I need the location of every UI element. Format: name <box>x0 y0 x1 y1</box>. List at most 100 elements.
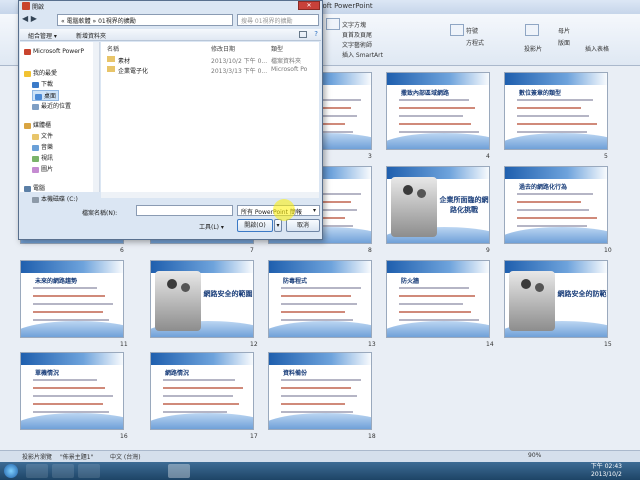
ribbon-text-box[interactable]: 文字方塊 <box>342 20 366 29</box>
slide-photo <box>155 271 201 331</box>
slide-thumbnail[interactable]: 過去的網路化行為 <box>504 166 608 244</box>
taskbar-media-icon[interactable] <box>78 464 100 478</box>
slide-header-band <box>21 353 123 365</box>
slide-thumbnail[interactable]: 數位簽章的類型 <box>504 72 608 150</box>
slide-bullet-line <box>163 387 243 389</box>
view-options-icon[interactable] <box>299 31 307 38</box>
system-clock[interactable]: 下午 02:43 2013/10/2 <box>591 463 622 479</box>
tools-menu[interactable]: 工具(L) ▾ <box>199 222 224 231</box>
taskbar-powerpoint-icon[interactable] <box>168 464 190 478</box>
slide-thumbnail[interactable]: 企業所面臨的網路化挑戰 <box>386 166 490 244</box>
taskbar-explorer-icon[interactable] <box>52 464 74 478</box>
slide-header-band <box>269 261 371 273</box>
ribbon-symbol[interactable]: 符號 <box>466 26 478 35</box>
ribbon-slide[interactable]: 投影片 <box>524 44 542 53</box>
slide-title: 未來的網路趨勢 <box>35 278 78 285</box>
taskbar-ie-icon[interactable] <box>26 464 48 478</box>
pictures-icon <box>32 166 39 173</box>
slide-bullet-line <box>517 123 597 125</box>
ribbon-smartart[interactable]: 插入 SmartArt <box>342 50 383 59</box>
slide-bullet-line <box>517 217 597 219</box>
nav-item[interactable]: 最近的位置 <box>32 101 71 110</box>
nav-item-label: Microsoft PowerP <box>33 48 84 55</box>
clock-time: 下午 02:43 <box>590 463 622 470</box>
cancel-button[interactable]: 取消 <box>286 219 320 232</box>
column-name[interactable]: 名稱 <box>107 44 119 53</box>
close-icon[interactable]: ✕ <box>298 1 320 10</box>
slide-bullet-line <box>517 99 593 101</box>
drive-icon <box>32 196 39 203</box>
nav-item[interactable]: 媒體櫃 <box>24 120 51 129</box>
organize-button[interactable]: 組合管理 ▾ <box>28 31 57 40</box>
slide-wave <box>269 413 371 429</box>
slide-wave <box>21 413 123 429</box>
ribbon-header-footer[interactable]: 頁首及頁尾 <box>342 30 372 39</box>
ribbon-layout[interactable]: 版面 <box>558 38 570 47</box>
slide-wave <box>21 321 123 337</box>
slide-bullet-line <box>33 319 109 321</box>
slide-bullet-line <box>399 99 469 101</box>
back-forward-icon[interactable]: ◀ ▶ <box>22 14 37 23</box>
music-icon <box>32 144 39 151</box>
nav-item[interactable]: 本機磁碟 (C:) <box>32 194 78 203</box>
nav-item[interactable]: 桌面 <box>32 90 60 101</box>
status-language[interactable]: 中文 (台灣) <box>110 452 141 461</box>
status-theme: "佈景主題1" <box>60 454 94 461</box>
text-box-icon[interactable] <box>326 18 340 30</box>
slide-bullet-line <box>281 411 353 413</box>
slide-thumbnail[interactable]: 資料備份 <box>268 352 372 430</box>
open-dropdown-icon[interactable]: ▾ <box>274 219 282 232</box>
slide-wave <box>505 227 607 243</box>
nav-item[interactable]: Microsoft PowerP <box>24 48 84 55</box>
nav-item[interactable]: 下載 <box>32 79 53 88</box>
taskbar: 下午 02:43 2013/10/2 <box>0 462 640 480</box>
search-input[interactable]: 搜尋 01視界的擴勵 <box>237 14 319 26</box>
ribbon-insert-table[interactable]: 插入表格 <box>585 44 609 53</box>
slide-thumbnail[interactable]: 防火牆 <box>386 260 490 338</box>
nav-item-label: 電腦 <box>33 185 46 192</box>
nav-item[interactable]: 我的最愛 <box>24 68 57 77</box>
slide-thumbnail[interactable]: 撒致內部區域網路 <box>386 72 490 150</box>
slide-thumbnail[interactable]: 防毒程式 <box>268 260 372 338</box>
file-type: 檔案資料夾 <box>271 58 302 65</box>
slide-bullet-line <box>33 411 109 413</box>
column-date[interactable]: 修改日期 <box>211 44 235 53</box>
open-button[interactable]: 開啟(O) <box>237 219 273 232</box>
ribbon-equation[interactable]: 方程式 <box>466 38 484 47</box>
ribbon-wordart[interactable]: 文字藝術師 <box>342 40 372 49</box>
nav-item-label: 圖片 <box>41 166 54 173</box>
nav-item-label: 文件 <box>41 133 54 140</box>
new-folder-button[interactable]: 新增資料夾 <box>76 31 106 40</box>
column-type[interactable]: 類型 <box>271 44 283 53</box>
slide-bullet-line <box>33 379 97 381</box>
nav-item[interactable]: 文件 <box>32 131 53 140</box>
slide-thumbnail[interactable]: 網路情況 <box>150 352 254 430</box>
slide-title: 單機情況 <box>35 370 60 377</box>
slide-thumbnail[interactable]: 未來的網路趨勢 <box>20 260 124 338</box>
address-bar[interactable]: « 電腦軟體 » 01視界的擴勵 <box>57 14 233 26</box>
ribbon-master[interactable]: 母片 <box>558 26 570 35</box>
folder-icon <box>107 56 115 62</box>
slide-bullet-line <box>399 115 463 117</box>
slide-title: 防火牆 <box>401 278 420 285</box>
slide-title: 資料備份 <box>283 370 308 377</box>
slide-bullet-line <box>281 287 361 289</box>
nav-item[interactable]: 圖片 <box>32 164 53 173</box>
file-list-scrollbar[interactable] <box>101 192 319 198</box>
nav-item[interactable]: 電腦 <box>24 183 45 192</box>
slide-thumbnail[interactable]: 網路安全的範圍 <box>150 260 254 338</box>
zoom-level[interactable]: 90% <box>528 452 541 459</box>
powerpoint-app-icon <box>22 2 30 10</box>
slide-thumbnail[interactable]: 網路安全的防範 <box>504 260 608 338</box>
nav-item[interactable]: 視訊 <box>32 153 53 162</box>
filename-input[interactable] <box>136 205 233 216</box>
symbol-icon[interactable] <box>450 24 464 36</box>
help-icon[interactable]: ? <box>314 30 318 38</box>
slide-number: 17 <box>250 433 258 440</box>
start-button-icon[interactable] <box>4 464 18 478</box>
slide-bullet-line <box>399 319 479 321</box>
nav-item[interactable]: 音樂 <box>32 142 53 151</box>
new-slide-icon[interactable] <box>525 24 539 36</box>
slide-thumbnail[interactable]: 單機情況 <box>20 352 124 430</box>
nav-scrollbar[interactable] <box>93 42 99 192</box>
